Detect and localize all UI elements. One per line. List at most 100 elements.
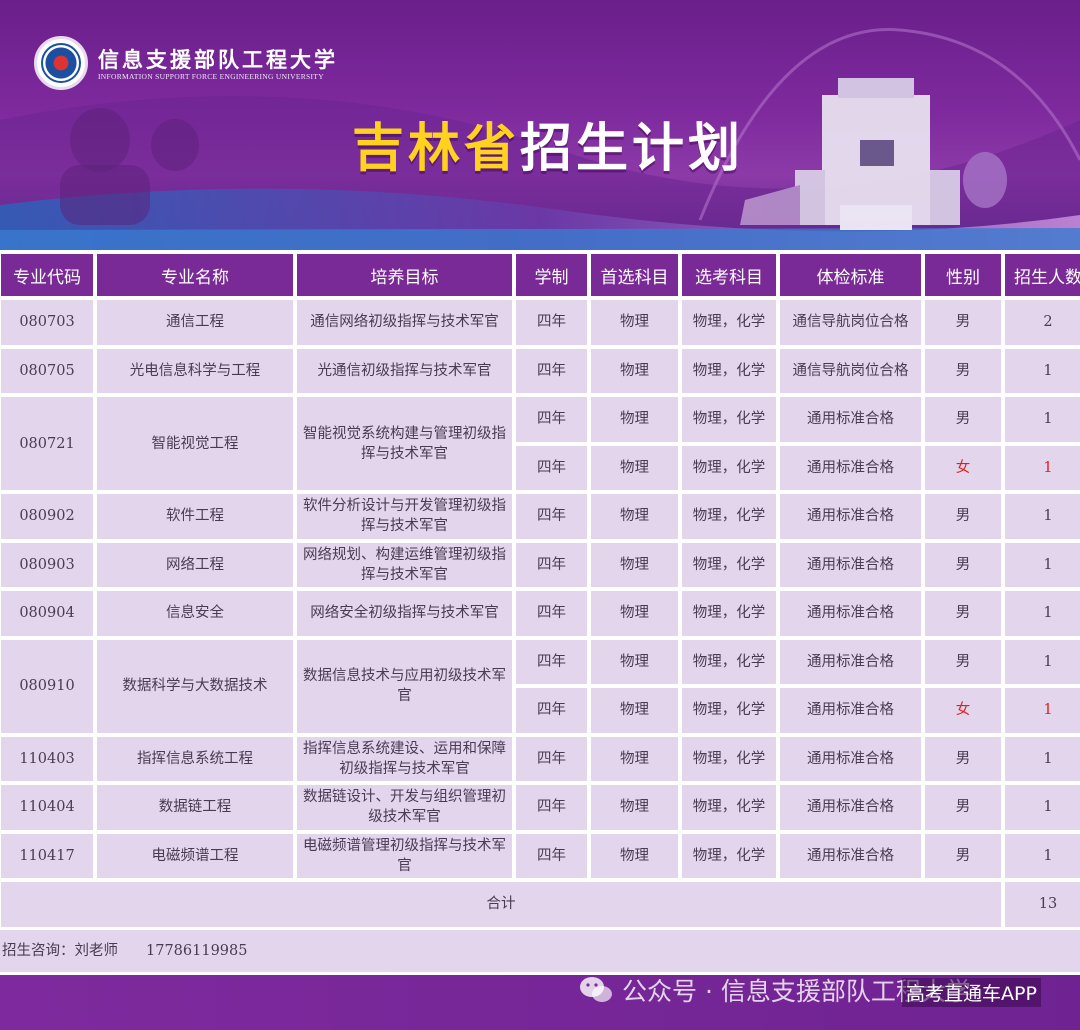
cell-goal: 智能视觉系统构建与管理初级指挥与技术军官 bbox=[297, 397, 512, 490]
cell-years: 四年 bbox=[516, 591, 587, 636]
table-row: 110417 电磁频谱工程 电磁频谱管理初级指挥与技术军官 四年 物理 物理，化… bbox=[1, 833, 1080, 878]
cell-first-subject: 物理 bbox=[591, 591, 678, 636]
cell-count: 1 bbox=[1005, 494, 1080, 539]
cell-exam: 通用标准合格 bbox=[780, 833, 921, 878]
cell-gender: 男 bbox=[925, 736, 1001, 781]
cell-major-name: 电磁频谱工程 bbox=[97, 833, 293, 878]
cell-code: 080705 bbox=[1, 348, 93, 393]
table-row: 080910 数据科学与大数据技术 数据信息技术与应用初级技术军官 四年 物理 … bbox=[1, 639, 1080, 733]
cell-first-subject: 物理 bbox=[591, 785, 678, 830]
cell-gender: 男 bbox=[925, 785, 1001, 830]
title-rest: 招生计划 bbox=[520, 119, 745, 179]
cell-first-subject: 物理 bbox=[591, 348, 678, 393]
cell-count: 1 bbox=[1005, 785, 1080, 830]
table-row: 110404 数据链工程 数据链设计、开发与组织管理初级技术军官 四年 物理 物… bbox=[1, 785, 1080, 830]
table-header-row: 专业代码 专业名称 培养目标 学制 首选科目 选考科目 体检标准 性别 招生人数 bbox=[1, 254, 1080, 296]
cell-count: 1 bbox=[1005, 639, 1080, 684]
cell-first-subject: 物理 bbox=[591, 688, 678, 733]
cell-elective: 物理，化学 bbox=[682, 445, 776, 490]
cell-elective: 物理，化学 bbox=[682, 397, 776, 442]
cell-code: 080904 bbox=[1, 591, 93, 636]
wechat-icon bbox=[578, 975, 614, 1005]
enrollment-table-wrap: 专业代码 专业名称 培养目标 学制 首选科目 选考科目 体检标准 性别 招生人数… bbox=[0, 250, 1080, 931]
cell-elective: 物理，化学 bbox=[682, 591, 776, 636]
cell-count: 2 bbox=[1005, 300, 1080, 345]
university-logo bbox=[34, 36, 88, 90]
column-header: 学制 bbox=[516, 254, 587, 296]
table-row: 080904 信息安全 网络安全初级指挥与技术军官 四年 物理 物理，化学 通用… bbox=[1, 591, 1080, 636]
cell-first-subject: 物理 bbox=[591, 300, 678, 345]
consult-phone[interactable]: 17786119985 bbox=[146, 943, 247, 959]
cell-exam: 通用标准合格 bbox=[780, 688, 921, 733]
cell-count: 1 bbox=[1005, 542, 1080, 587]
cell-major-name: 数据科学与大数据技术 bbox=[97, 639, 293, 733]
cell-gender: 男 bbox=[925, 639, 1001, 684]
column-header: 培养目标 bbox=[297, 254, 512, 296]
table-row: 080703 通信工程 通信网络初级指挥与技术军官 四年 物理 物理，化学 通信… bbox=[1, 300, 1080, 345]
cell-years: 四年 bbox=[516, 397, 587, 442]
column-header: 首选科目 bbox=[591, 254, 678, 296]
cell-code: 080903 bbox=[1, 542, 93, 587]
cell-goal: 网络安全初级指挥与技术军官 bbox=[297, 591, 512, 636]
university-name-en: INFORMATION SUPPORT FORCE ENGINEERING UN… bbox=[98, 72, 324, 81]
cell-goal: 电磁频谱管理初级指挥与技术军官 bbox=[297, 833, 512, 878]
cell-gender: 男 bbox=[925, 542, 1001, 587]
cell-elective: 物理，化学 bbox=[682, 542, 776, 587]
cell-first-subject: 物理 bbox=[591, 833, 678, 878]
cell-count: 1 bbox=[1005, 736, 1080, 781]
cell-elective: 物理，化学 bbox=[682, 494, 776, 539]
cell-major-name: 指挥信息系统工程 bbox=[97, 736, 293, 781]
column-header: 性别 bbox=[925, 254, 1001, 296]
column-header: 专业名称 bbox=[97, 254, 293, 296]
cell-goal: 光通信初级指挥与技术军官 bbox=[297, 348, 512, 393]
cell-code: 080703 bbox=[1, 300, 93, 345]
column-header: 体检标准 bbox=[780, 254, 921, 296]
cell-first-subject: 物理 bbox=[591, 542, 678, 587]
cell-major-name: 数据链工程 bbox=[97, 785, 293, 830]
cell-exam: 通用标准合格 bbox=[780, 542, 921, 587]
cell-gender: 男 bbox=[925, 348, 1001, 393]
cell-exam: 通用标准合格 bbox=[780, 785, 921, 830]
cell-code: 110417 bbox=[1, 833, 93, 878]
consult-label: 招生咨询：刘老师 bbox=[2, 943, 118, 959]
cell-major-name: 光电信息科学与工程 bbox=[97, 348, 293, 393]
cell-elective: 物理，化学 bbox=[682, 785, 776, 830]
cell-years: 四年 bbox=[516, 833, 587, 878]
cell-elective: 物理，化学 bbox=[682, 348, 776, 393]
cell-gender: 男 bbox=[925, 300, 1001, 345]
table-row: 080903 网络工程 网络规划、构建运维管理初级指挥与技术军官 四年 物理 物… bbox=[1, 542, 1080, 587]
cell-gender: 男 bbox=[925, 494, 1001, 539]
cell-years: 四年 bbox=[516, 542, 587, 587]
cell-first-subject: 物理 bbox=[591, 445, 678, 490]
cell-major-name: 通信工程 bbox=[97, 300, 293, 345]
cell-gender: 男 bbox=[925, 833, 1001, 878]
cell-years: 四年 bbox=[516, 348, 587, 393]
cell-count: 1 bbox=[1005, 688, 1080, 733]
cell-gender: 男 bbox=[925, 591, 1001, 636]
cell-first-subject: 物理 bbox=[591, 494, 678, 539]
cell-years: 四年 bbox=[516, 300, 587, 345]
cell-elective: 物理，化学 bbox=[682, 688, 776, 733]
cell-goal: 数据链设计、开发与组织管理初级技术军官 bbox=[297, 785, 512, 830]
column-header: 选考科目 bbox=[682, 254, 776, 296]
cell-count: 1 bbox=[1005, 445, 1080, 490]
enrollment-table: 专业代码 专业名称 培养目标 学制 首选科目 选考科目 体检标准 性别 招生人数… bbox=[0, 250, 1080, 931]
cell-goal: 数据信息技术与应用初级技术军官 bbox=[297, 639, 512, 733]
cell-elective: 物理，化学 bbox=[682, 639, 776, 684]
column-header: 专业代码 bbox=[1, 254, 93, 296]
cell-exam: 通用标准合格 bbox=[780, 397, 921, 442]
app-tag: 高考直通车APP bbox=[902, 978, 1041, 1007]
cell-code: 080902 bbox=[1, 494, 93, 539]
table-row: 110403 指挥信息系统工程 指挥信息系统建设、运用和保障初级指挥与技术军官 … bbox=[1, 736, 1080, 781]
cell-goal: 网络规划、构建运维管理初级指挥与技术军官 bbox=[297, 542, 512, 587]
cell-gender: 女 bbox=[925, 688, 1001, 733]
cell-elective: 物理，化学 bbox=[682, 833, 776, 878]
cell-exam: 通用标准合格 bbox=[780, 445, 921, 490]
cell-years: 四年 bbox=[516, 688, 587, 733]
cell-years: 四年 bbox=[516, 494, 587, 539]
university-name: 信息支援部队工程大学 bbox=[98, 47, 338, 72]
page-title: 吉林省招生计划 bbox=[352, 106, 744, 181]
cell-exam: 通信导航岗位合格 bbox=[780, 348, 921, 393]
column-header: 招生人数 bbox=[1005, 254, 1080, 296]
cell-major-name: 网络工程 bbox=[97, 542, 293, 587]
